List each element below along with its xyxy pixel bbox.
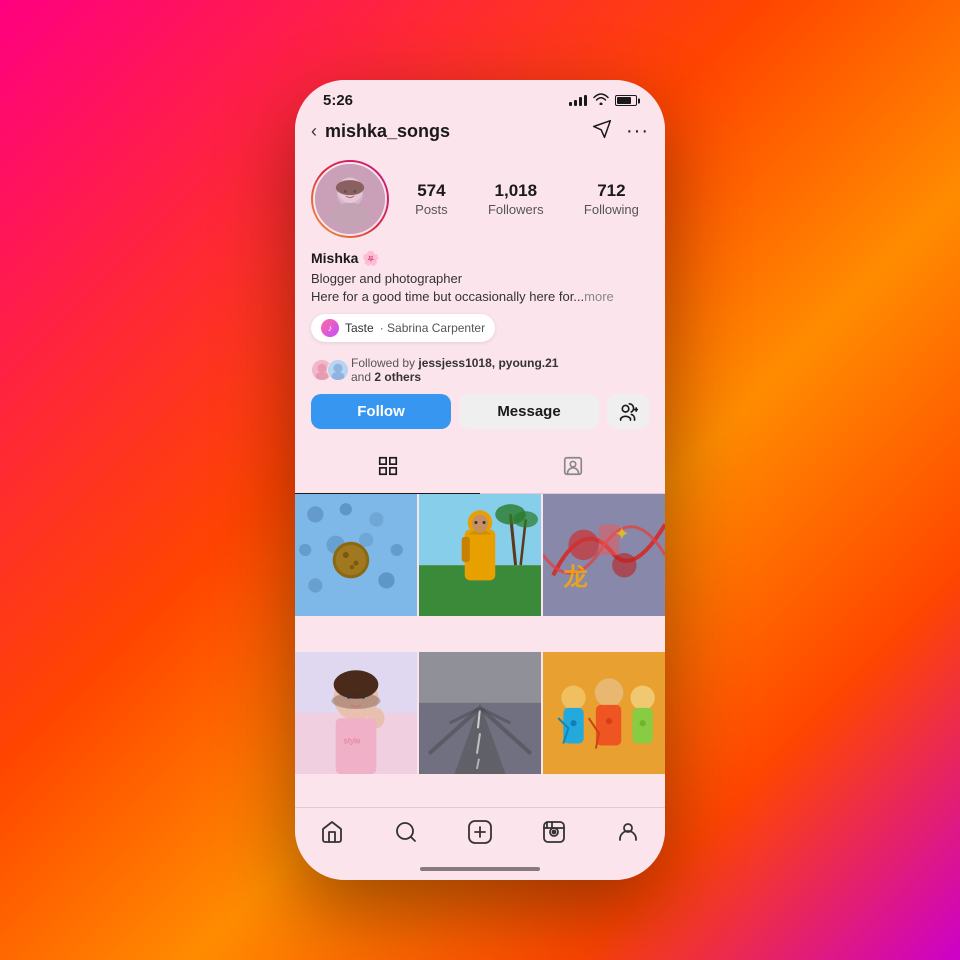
more-options-icon[interactable]: ···: [626, 120, 649, 143]
other-count: 2 others: [374, 370, 421, 384]
profile-header: ‹ mishka_songs ···: [295, 113, 665, 152]
photo-grid: 龙 ✦: [295, 494, 665, 807]
followed-by-text: Followed by jessjess1018, pyoung.21 and …: [351, 356, 558, 384]
header-right: ···: [592, 119, 649, 144]
profile-display-name: Mishka 🌸: [311, 250, 649, 267]
svg-text:style: style: [344, 736, 361, 745]
nav-reels[interactable]: [532, 818, 576, 852]
follower-avatars: [311, 359, 343, 381]
bio-more-link[interactable]: more: [584, 289, 614, 304]
music-icon: ♪: [321, 319, 339, 337]
grid-cell-5[interactable]: [419, 652, 541, 774]
avatar: [313, 162, 387, 236]
music-pill[interactable]: ♪ Taste · Sabrina Carpenter: [311, 314, 495, 342]
nav-add[interactable]: [458, 818, 502, 852]
profile-tabs: [295, 445, 665, 494]
nav-profile[interactable]: [606, 818, 650, 852]
grid-cell-2[interactable]: [419, 494, 541, 616]
direct-icon[interactable]: [592, 119, 612, 144]
add-icon: [467, 819, 493, 851]
followers-label: Followers: [488, 202, 544, 217]
mini-avatar-2: [327, 359, 349, 381]
phone-frame: 5:26 ‹ mishka_songs: [295, 80, 665, 880]
followers-count: 1,018: [488, 181, 544, 201]
song-title: Taste: [345, 321, 374, 335]
search-icon: [394, 820, 418, 850]
following-label: Following: [584, 202, 639, 217]
status-icons: [569, 93, 637, 108]
profile-username: mishka_songs: [325, 121, 450, 142]
stats-row: 574 Posts 1,018 Followers 712 Following: [405, 181, 649, 217]
status-bar: 5:26: [295, 80, 665, 113]
home-icon: [320, 820, 344, 850]
follower-names: jessjess1018, pyoung.21: [418, 356, 558, 370]
profile-info: 574 Posts 1,018 Followers 712 Following …: [295, 152, 665, 445]
battery-icon: [615, 95, 637, 106]
tagged-icon: [562, 455, 584, 483]
status-time: 5:26: [323, 92, 353, 109]
message-button[interactable]: Message: [459, 394, 599, 429]
following-count: 712: [584, 181, 639, 201]
profile-bio: Blogger and photographer Here for a good…: [311, 270, 649, 306]
avatar-wrapper: [311, 160, 389, 238]
signal-bars-icon: [569, 95, 587, 106]
grid-cell-1[interactable]: [295, 494, 417, 616]
back-button[interactable]: ‹: [311, 121, 317, 142]
add-friend-button[interactable]: [607, 394, 649, 429]
tab-grid[interactable]: [295, 445, 480, 493]
wifi-icon: [593, 93, 609, 108]
bio-line1: Blogger and photographer: [311, 271, 462, 286]
profile-icon: [616, 820, 640, 850]
svg-text:✦: ✦: [614, 523, 629, 544]
profile-top-row: 574 Posts 1,018 Followers 712 Following: [311, 160, 649, 238]
bottom-nav: [295, 807, 665, 858]
grid-cell-3[interactable]: 龙 ✦: [543, 494, 665, 616]
posts-count: 574: [415, 181, 448, 201]
tab-tagged[interactable]: [480, 445, 665, 493]
stat-posts[interactable]: 574 Posts: [415, 181, 448, 217]
header-left: ‹ mishka_songs: [311, 121, 450, 142]
followed-by: Followed by jessjess1018, pyoung.21 and …: [311, 356, 649, 384]
nav-home[interactable]: [310, 818, 354, 852]
grid-icon: [377, 455, 399, 483]
svg-text:龙: 龙: [563, 565, 587, 592]
action-buttons: Follow Message: [311, 394, 649, 429]
grid-cell-6[interactable]: [543, 652, 665, 774]
home-indicator: [295, 858, 665, 880]
follow-button[interactable]: Follow: [311, 394, 451, 429]
reels-icon: [542, 820, 566, 850]
nav-search[interactable]: [384, 818, 428, 852]
stat-following[interactable]: 712 Following: [584, 181, 639, 217]
bio-line2: Here for a good time but occasionally he…: [311, 289, 584, 304]
grid-cell-4[interactable]: style: [295, 652, 417, 774]
stat-followers[interactable]: 1,018 Followers: [488, 181, 544, 217]
home-bar: [420, 867, 540, 871]
posts-label: Posts: [415, 202, 448, 217]
song-artist: · Sabrina Carpenter: [380, 321, 485, 335]
